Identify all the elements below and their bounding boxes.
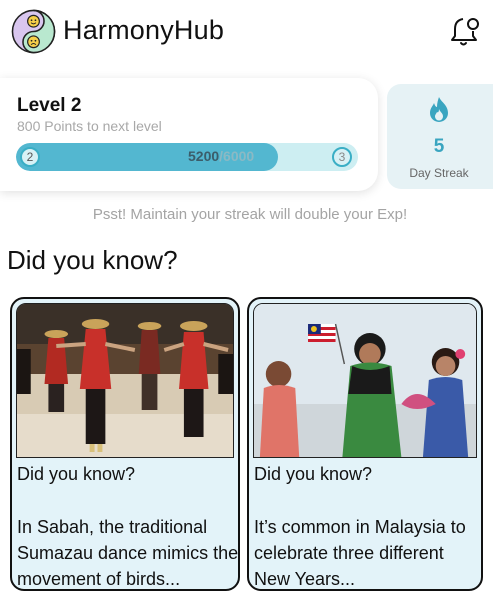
points-max: /6000 bbox=[219, 148, 255, 164]
day-streak-card: 5 Day Streak bbox=[387, 84, 493, 189]
level-progress-bar: 2 5200/6000 3 bbox=[16, 143, 358, 171]
flame-icon bbox=[430, 97, 448, 122]
fact-card-body: It’s common in Malaysia to celebrate thr… bbox=[254, 517, 466, 589]
app-header: HarmonyHub bbox=[0, 0, 493, 64]
fact-card-body: In Sabah, the traditional Sumazau dance … bbox=[17, 517, 239, 589]
fact-card[interactable]: Did you know? It’s common in Malaysia to… bbox=[247, 297, 483, 591]
streak-tip: Psst! Maintain your streak will double y… bbox=[92, 206, 408, 223]
fact-card-heading: Did you know? bbox=[254, 464, 373, 484]
next-level-badge: 3 bbox=[332, 147, 352, 167]
fact-card-heading: Did you know? bbox=[17, 464, 136, 484]
current-level-badge: 2 bbox=[20, 147, 40, 167]
level-title: Level 2 bbox=[17, 95, 82, 116]
sumazau-dancers-photo bbox=[16, 303, 234, 458]
streak-count: 5 bbox=[433, 136, 445, 157]
yin-yang-smiley-icon[interactable] bbox=[11, 9, 56, 54]
fact-card[interactable]: Did you know? In Sabah, the traditional … bbox=[10, 297, 240, 591]
section-title: Did you know? bbox=[7, 245, 178, 275]
points-to-next-level: 800 Points to next level bbox=[17, 118, 162, 134]
app-title: HarmonyHub bbox=[63, 15, 225, 45]
level-progress-card: Level 2 800 Points to next level 2 5200/… bbox=[0, 78, 378, 191]
bell-icon[interactable] bbox=[447, 14, 483, 50]
malaysian-women-celebrating-photo bbox=[253, 303, 477, 458]
streak-label: Day Streak bbox=[409, 166, 469, 180]
points-readout: 5200/6000 bbox=[188, 148, 254, 164]
points-current: 5200 bbox=[188, 148, 220, 164]
